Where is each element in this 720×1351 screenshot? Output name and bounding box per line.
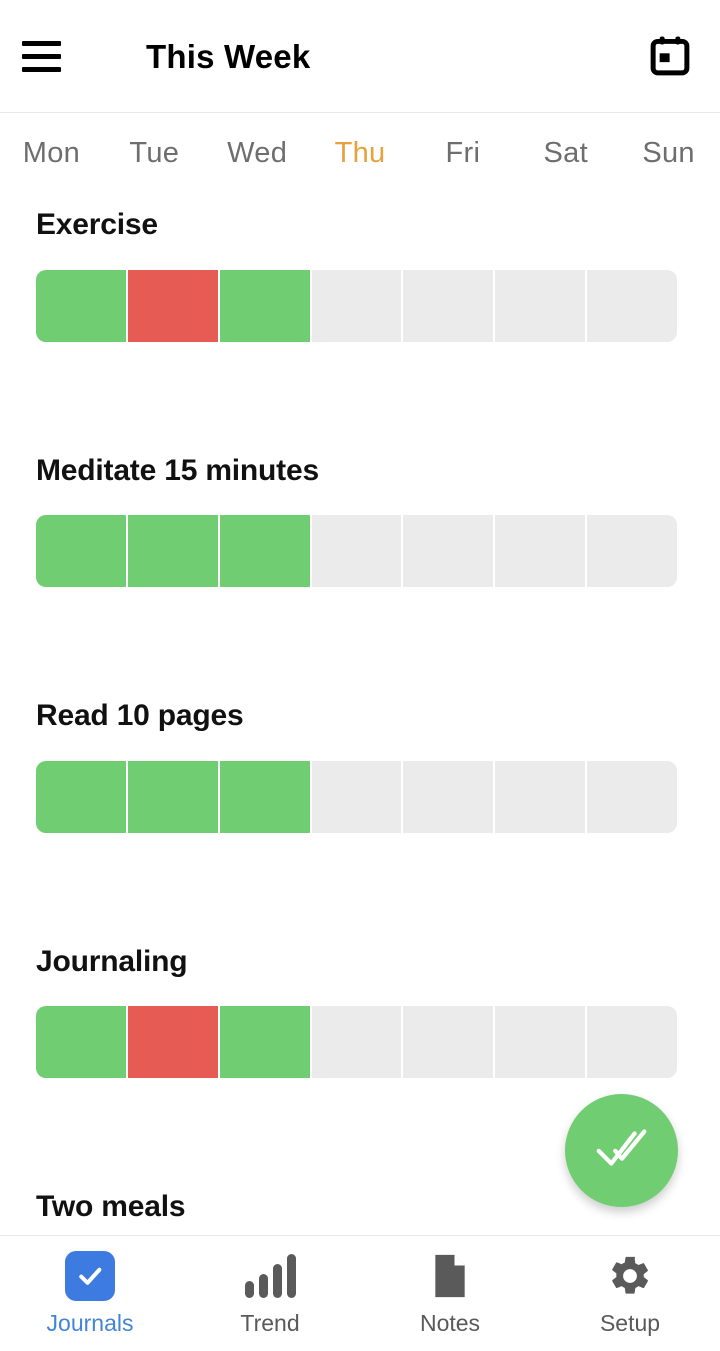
habit-cell-wed[interactable]	[219, 760, 312, 833]
habit-cell-thu[interactable]	[311, 269, 404, 342]
nav-label-notes: Notes	[419, 1309, 481, 1336]
weekday-header: Mon Tue Wed Thu Fri Sat Sun	[0, 114, 720, 192]
checkbox-check-icon	[65, 1250, 115, 1301]
nav-label-setup: Setup	[599, 1309, 661, 1336]
habit-cell-sat[interactable]	[495, 1006, 588, 1078]
habit-cell-sat[interactable]	[495, 760, 588, 833]
weekday-mon[interactable]: Mon	[0, 137, 103, 170]
calendar-icon[interactable]	[644, 30, 696, 82]
page-title: This Week	[146, 37, 311, 75]
row-spacer	[36, 342, 684, 438]
weekday-fri[interactable]: Fri	[411, 137, 514, 170]
habit-cell-sun[interactable]	[587, 760, 677, 833]
habit-cell-sat[interactable]	[495, 515, 588, 587]
habit-cell-sun[interactable]	[587, 1006, 677, 1078]
habit-title: Journaling	[36, 944, 188, 978]
habit-cell-sat[interactable]	[495, 269, 588, 342]
habit-row: Exercise	[36, 192, 684, 438]
nav-label-trend: Trend	[240, 1309, 300, 1336]
habit-cell-wed[interactable]	[219, 1006, 312, 1078]
habit-row: Meditate 15 minutes	[36, 438, 684, 684]
habit-cell-fri[interactable]	[403, 269, 496, 342]
habit-cell-mon[interactable]	[36, 1006, 128, 1078]
habit-title: Exercise	[36, 208, 158, 241]
habit-cell-wed[interactable]	[219, 515, 312, 587]
habit-cell-tue[interactable]	[127, 269, 220, 342]
habit-row: Read 10 pages	[36, 683, 684, 929]
habit-list: Exercise Meditate 15 minutes Read 10 pag…	[0, 192, 720, 1232]
weekday-tue[interactable]: Tue	[103, 137, 206, 170]
bottom-navigation: Journals Trend Notes Setup	[0, 1235, 720, 1351]
weekday-sat[interactable]: Sat	[514, 137, 617, 170]
habit-cell-tue[interactable]	[127, 515, 220, 587]
gear-icon	[607, 1251, 653, 1301]
app-bar: This Week	[0, 0, 720, 113]
weekday-wed[interactable]: Wed	[206, 137, 309, 170]
habit-cell-sun[interactable]	[587, 515, 677, 587]
habit-cell-thu[interactable]	[311, 515, 404, 587]
row-spacer	[36, 833, 684, 929]
habit-cell-tue[interactable]	[127, 760, 220, 833]
app-screen: This Week Mon Tue Wed Thu Fri Sat Sun Ex…	[0, 0, 720, 1351]
habit-week-bar	[36, 515, 677, 587]
row-spacer	[36, 587, 684, 683]
habit-cell-fri[interactable]	[403, 760, 496, 833]
habit-week-bar	[36, 1006, 677, 1078]
weekday-sun[interactable]: Sun	[617, 137, 720, 170]
nav-label-journals: Journals	[46, 1309, 134, 1336]
habit-cell-sun[interactable]	[587, 269, 677, 342]
habit-cell-fri[interactable]	[403, 1006, 496, 1078]
habit-week-bar	[36, 269, 677, 342]
habit-cell-wed[interactable]	[219, 269, 312, 342]
bar-chart-icon	[244, 1251, 296, 1301]
habit-cell-fri[interactable]	[403, 515, 496, 587]
check-all-fab[interactable]	[565, 1094, 678, 1207]
habit-cell-mon[interactable]	[36, 269, 128, 342]
habit-cell-mon[interactable]	[36, 760, 128, 833]
menu-bar-2	[22, 53, 61, 59]
nav-item-notes[interactable]: Notes	[360, 1236, 540, 1351]
nav-item-journals[interactable]: Journals	[0, 1236, 180, 1351]
habit-week-bar	[36, 760, 677, 833]
habit-cell-tue[interactable]	[127, 1006, 220, 1078]
nav-item-trend[interactable]: Trend	[180, 1236, 360, 1351]
habit-title: Meditate 15 minutes	[36, 453, 319, 487]
menu-bar-1	[22, 40, 61, 46]
double-check-icon	[591, 1117, 653, 1184]
habit-title: Read 10 pages	[36, 699, 244, 732]
nav-item-setup[interactable]: Setup	[540, 1236, 720, 1351]
hamburger-menu-icon[interactable]	[22, 26, 94, 86]
menu-bar-3	[22, 66, 61, 72]
habit-cell-mon[interactable]	[36, 515, 128, 587]
weekday-thu[interactable]: Thu	[309, 137, 412, 170]
document-icon	[428, 1251, 472, 1301]
habit-cell-thu[interactable]	[311, 760, 404, 833]
habit-cell-thu[interactable]	[311, 1006, 404, 1078]
